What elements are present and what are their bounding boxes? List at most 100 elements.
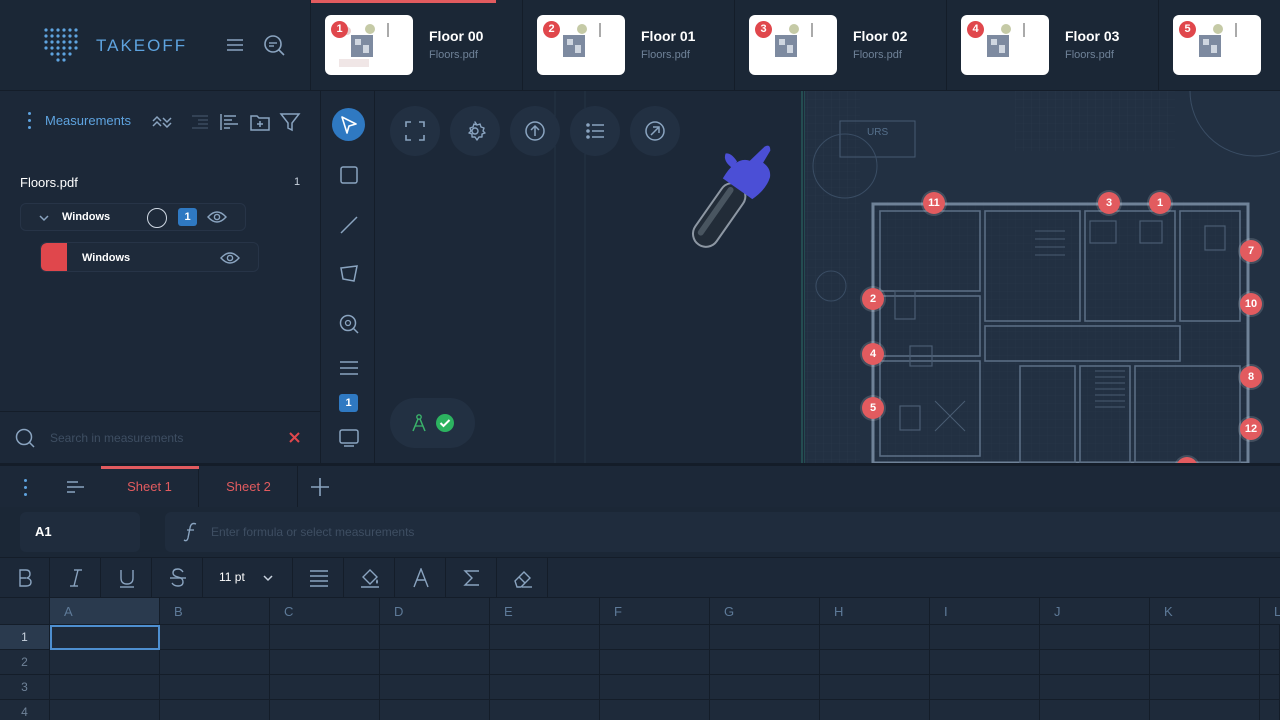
grid-cell[interactable] — [50, 650, 160, 675]
floor-tab-03[interactable]: 4 Floor 03 Floors.pdf — [947, 0, 1159, 91]
grid-cell[interactable] — [600, 625, 710, 650]
grid-cell[interactable] — [490, 675, 600, 700]
grid-cell[interactable] — [270, 700, 380, 720]
column-header[interactable]: B — [160, 598, 270, 625]
align-button[interactable] — [294, 558, 344, 598]
column-header[interactable]: I — [930, 598, 1040, 625]
grid-cell[interactable] — [380, 700, 490, 720]
grid-cell[interactable] — [50, 675, 160, 700]
measurement-pin[interactable]: 10 — [1240, 293, 1262, 315]
grid-cell[interactable] — [1040, 650, 1150, 675]
row-header[interactable]: 1 — [0, 625, 50, 650]
color-swatch[interactable] — [41, 243, 67, 271]
eye-icon[interactable] — [207, 210, 227, 224]
column-header[interactable]: J — [1040, 598, 1150, 625]
scale-status[interactable] — [390, 398, 475, 448]
grid-cell[interactable] — [270, 675, 380, 700]
grid-cell[interactable] — [1040, 625, 1150, 650]
formula-input[interactable] — [211, 522, 1011, 542]
corner-cell[interactable] — [0, 598, 50, 625]
grid-cell[interactable] — [710, 650, 820, 675]
measurement-pin[interactable]: 1 — [1149, 192, 1171, 214]
row-header[interactable]: 4 — [0, 700, 50, 720]
fill-color-button[interactable] — [345, 558, 395, 598]
grid-cell[interactable] — [160, 700, 270, 720]
grid-cell[interactable] — [600, 675, 710, 700]
font-size-select[interactable]: 11 pt — [205, 558, 293, 598]
grid-cell[interactable] — [380, 675, 490, 700]
column-header[interactable]: L — [1260, 598, 1280, 625]
sheet-list-icon[interactable] — [64, 476, 86, 498]
column-header[interactable]: C — [270, 598, 380, 625]
grid-cell[interactable] — [820, 625, 930, 650]
grid-cell[interactable] — [1260, 700, 1280, 720]
chevron-down-icon[interactable] — [37, 211, 51, 225]
list-tool[interactable] — [332, 351, 365, 384]
column-header[interactable]: A — [50, 598, 160, 625]
grid-cell[interactable] — [1260, 625, 1280, 650]
eye-icon[interactable] — [220, 251, 240, 265]
column-header[interactable]: K — [1150, 598, 1260, 625]
cell-reference[interactable]: A1 — [20, 512, 140, 552]
floor-tab-01[interactable]: 2 Floor 01 Floors.pdf — [523, 0, 735, 91]
floor-tab-02[interactable]: 3 Floor 02 Floors.pdf — [735, 0, 947, 91]
add-folder-icon[interactable] — [249, 111, 271, 133]
measurement-pin[interactable]: 11 — [923, 192, 945, 214]
group-select-circle[interactable] — [147, 208, 167, 228]
measurement-pin[interactable]: 8 — [1240, 366, 1262, 388]
bold-button[interactable] — [0, 558, 50, 598]
plan-canvas[interactable]: URS 11 3 1 7 2 10 4 8 5 12 — [375, 91, 1280, 463]
grid-cell[interactable] — [600, 700, 710, 720]
grid-cell[interactable] — [820, 650, 930, 675]
grid-cell[interactable] — [930, 650, 1040, 675]
row-header[interactable]: 3 — [0, 675, 50, 700]
floor-tab-00[interactable]: 1 Floor 00 Floors.pdf — [311, 0, 523, 91]
grid-cell[interactable] — [710, 700, 820, 720]
floor-tab-04[interactable]: 5 — [1159, 0, 1280, 91]
file-name[interactable]: Floors.pdf — [20, 175, 78, 190]
grid-cell[interactable] — [1150, 700, 1260, 720]
sheet-menu-icon[interactable] — [24, 479, 28, 497]
column-header[interactable]: E — [490, 598, 600, 625]
select-tool[interactable] — [332, 108, 365, 141]
grid-cell[interactable] — [820, 700, 930, 720]
column-header[interactable]: G — [710, 598, 820, 625]
grid-cell[interactable] — [490, 625, 600, 650]
polygon-tool[interactable] — [332, 257, 365, 290]
grid-cell[interactable] — [380, 650, 490, 675]
measurement-pin[interactable]: 4 — [862, 343, 884, 365]
indent-icon[interactable] — [188, 111, 210, 133]
sum-button[interactable] — [447, 558, 497, 598]
measurement-pin[interactable]: 12 — [1240, 418, 1262, 440]
fit-screen-button[interactable] — [390, 106, 440, 156]
grid-cell[interactable] — [160, 675, 270, 700]
column-header[interactable]: D — [380, 598, 490, 625]
measurements-menu-icon[interactable] — [28, 112, 32, 130]
underline-button[interactable] — [102, 558, 152, 598]
clear-format-button[interactable] — [498, 558, 548, 598]
grid-cell[interactable] — [930, 625, 1040, 650]
search-plan-icon[interactable] — [262, 33, 286, 57]
column-header[interactable]: F — [600, 598, 710, 625]
upload-button[interactable] — [510, 106, 560, 156]
close-icon[interactable] — [288, 431, 301, 444]
monitor-tool[interactable] — [332, 421, 365, 454]
line-tool[interactable] — [332, 208, 365, 241]
grid-cell[interactable] — [1260, 650, 1280, 675]
grid-cell[interactable] — [50, 625, 160, 650]
count-tool[interactable] — [332, 307, 365, 340]
text-color-button[interactable] — [396, 558, 446, 598]
grid-cell[interactable] — [1150, 650, 1260, 675]
measurement-pin[interactable]: 5 — [862, 397, 884, 419]
grid-cell[interactable] — [930, 675, 1040, 700]
grid-cell[interactable] — [710, 625, 820, 650]
measurement-pin[interactable]: 7 — [1240, 240, 1262, 262]
column-header[interactable]: H — [820, 598, 930, 625]
hamburger-menu-icon[interactable] — [224, 34, 246, 56]
grid-cell[interactable] — [1150, 675, 1260, 700]
sheet-tab-2[interactable]: Sheet 2 — [200, 466, 298, 507]
search-input[interactable] — [50, 428, 270, 448]
expand-collapse-icon[interactable] — [150, 111, 172, 133]
grid-cell[interactable] — [600, 650, 710, 675]
measurement-group-windows[interactable]: Windows 1 — [20, 203, 246, 231]
